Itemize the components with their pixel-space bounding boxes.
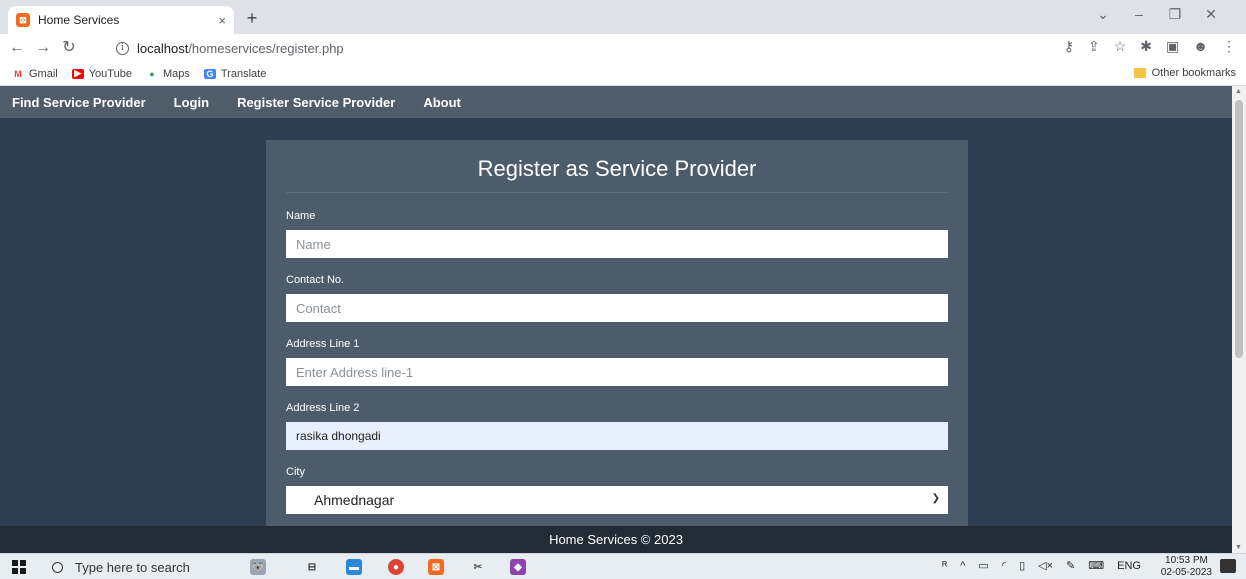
menu-kebab-icon[interactable]: ⋮ [1222,38,1236,55]
bookmark-label: Translate [220,67,267,80]
restore-button[interactable]: ❐ [1160,6,1190,23]
nav-register-service-provider[interactable]: Register Service Provider [237,95,395,110]
tab-search-chevron-icon[interactable]: ⌄ [1088,6,1118,23]
extensions-puzzle-icon[interactable]: ✱ [1140,38,1152,55]
site-info-icon[interactable]: i [116,41,129,55]
search-icon [52,561,63,573]
nav-login[interactable]: Login [174,95,209,110]
taskbar-search-placeholder: Type here to search [75,559,190,575]
windows-start-icon[interactable] [12,560,26,574]
tab-close-icon[interactable]: × [218,13,226,28]
bookmark-translate[interactable]: G Translate [203,67,267,80]
page-scrollbar[interactable]: ▲ ▼ [1232,86,1246,553]
city-label: City [286,466,305,478]
people-icon[interactable]: ᴿ [942,560,947,572]
site-favicon-icon: ⊠ [16,13,30,27]
browser-toolbar: ← → ↻ i localhost/homeservices/register.… [0,34,1246,62]
browser-tab[interactable]: ⊠ Home Services × [8,6,234,34]
scroll-up-arrow-icon[interactable]: ▲ [1235,88,1242,95]
bookmark-label: Gmail [29,67,58,80]
gmail-icon: M [14,68,22,79]
other-bookmarks[interactable]: Other bookmarks [1133,67,1236,79]
toolbar-actions: ⚷ ⇪ ☆ ✱ ▣ ☻ ⋮ [1064,38,1236,55]
browser-tab-strip: ⊠ Home Services × + ⌄ – ❐ ✕ [0,0,1246,34]
battery-icon[interactable]: ▭ [978,559,988,572]
app-icon[interactable]: ◆ [510,559,526,575]
forward-arrow-icon[interactable]: → [32,38,54,58]
side-panel-icon[interactable]: ▣ [1166,38,1179,55]
koala-widget-icon[interactable]: 🐨 [250,559,266,575]
back-arrow-icon[interactable]: ← [6,38,28,58]
volume-muted-icon[interactable]: ◁× [1038,559,1053,572]
bookmark-star-icon[interactable]: ☆ [1114,38,1127,55]
form-title: Register as Service Provider [477,156,757,181]
keyboard-icon[interactable]: ⌨ [1088,559,1104,572]
site-navbar: Find Service Provider Login Register Ser… [0,86,1232,118]
taskbar-clock[interactable]: 10:53 PM 02-05-2023 [1161,555,1212,579]
city-selected-value: Ahmednagar [314,492,395,508]
reload-icon[interactable]: ↻ [58,38,80,58]
wifi-icon[interactable]: ◜ [1002,559,1006,572]
address-line-1-input[interactable] [286,358,948,386]
address-line-2-label: Address Line 2 [286,402,360,414]
bookmark-gmail[interactable]: M Gmail [12,67,58,80]
nav-about[interactable]: About [423,95,461,110]
contact-input[interactable] [286,294,948,322]
language-indicator[interactable]: ENG [1117,560,1141,572]
pen-icon[interactable]: ✎ [1066,559,1075,572]
bookmark-maps[interactable]: ● Maps [146,68,190,80]
share-icon[interactable]: ⇪ [1088,38,1100,55]
youtube-icon: ▶ [71,68,84,79]
device-icon[interactable]: ▯ [1019,559,1025,572]
chevron-up-icon[interactable]: ^ [960,560,965,572]
name-input[interactable] [286,230,948,258]
bookmark-youtube[interactable]: ▶ YouTube [71,67,132,80]
scroll-down-arrow-icon[interactable]: ▼ [1235,544,1242,551]
clock-date: 02-05-2023 [1160,567,1212,578]
taskbar-search[interactable]: Type here to search [48,556,232,578]
bookmark-label: YouTube [88,67,132,80]
contact-label: Contact No. [286,274,345,286]
title-divider [286,192,948,193]
notification-icon[interactable] [1220,559,1236,573]
clock-time: 10:53 PM [1165,555,1208,566]
snipping-tool-icon[interactable]: ✂ [470,559,486,575]
url-text: localhost/homeservices/register.php [137,41,344,56]
xampp-icon[interactable]: ⊠ [428,559,444,575]
file-explorer-icon[interactable]: ▬ [346,559,362,575]
profile-avatar-icon[interactable]: ☻ [1193,38,1208,55]
task-view-icon[interactable]: ⊟ [304,559,320,575]
url-path: /homeservices/register.php [188,40,344,56]
address-line-1-label: Address Line 1 [286,338,360,350]
url-host: localhost [137,40,189,56]
name-label: Name [286,210,316,222]
page-footer: Home Services © 2023 [0,526,1232,553]
close-window-button[interactable]: ✕ [1196,6,1226,23]
minimize-button[interactable]: – [1124,6,1154,22]
city-select[interactable]: Ahmednagar ❯ [286,486,948,514]
tab-title: Home Services [38,13,120,27]
other-bookmarks-label: Other bookmarks [1151,67,1236,79]
chevron-down-icon: ❯ [931,493,940,504]
windows-taskbar: Type here to search 🐨 ⊟ ▬ ● ⊠ ✂ ◆ ᴿ ^ ▭ … [0,553,1246,579]
chrome-icon[interactable]: ● [388,559,404,575]
folder-icon [1133,68,1146,78]
bookmarks-bar: M Gmail ▶ YouTube ● Maps G Translate Oth… [0,62,1246,86]
address-line-2-input[interactable] [286,422,948,450]
register-form-card: Register as Service Provider Name Contac… [266,140,968,540]
nav-find-service-provider[interactable]: Find Service Provider [12,95,146,110]
bookmark-label: Maps [162,67,190,80]
key-icon[interactable]: ⚷ [1064,38,1074,55]
page-body: Find Service Provider Login Register Ser… [0,86,1232,553]
new-tab-button[interactable]: + [240,8,264,29]
scroll-thumb[interactable] [1235,100,1243,358]
maps-icon: ● [149,68,155,79]
translate-icon: G [203,68,216,79]
